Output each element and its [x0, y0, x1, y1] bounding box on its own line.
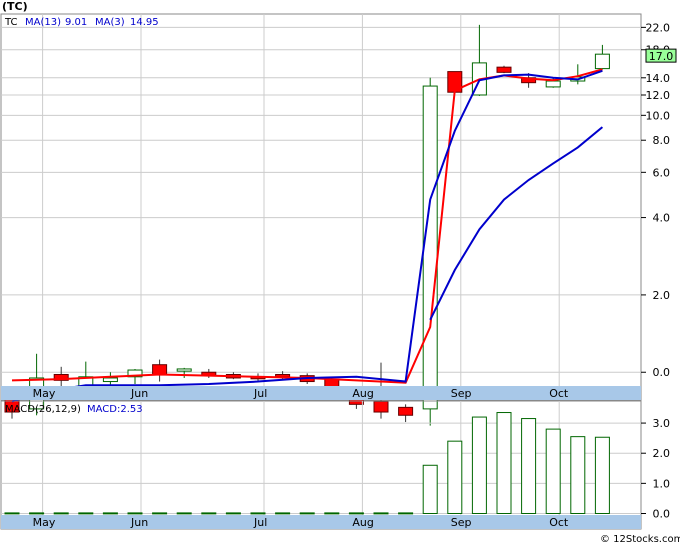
macd-bar — [373, 512, 389, 515]
macd-bar — [422, 464, 438, 514]
legend-ticker: TC — [4, 17, 18, 28]
macd-bar — [152, 512, 168, 515]
macd-tick-label: 1.0 — [653, 477, 671, 490]
macd-date-axis-band — [1, 515, 641, 529]
date-label: Jun — [130, 387, 148, 400]
macd-date-label: Oct — [549, 516, 569, 529]
macd-bar — [250, 512, 266, 515]
candle-up — [545, 80, 561, 88]
stock-chart: 22.018.014.012.010.08.06.04.02.00.0 MayJ… — [0, 0, 680, 546]
macd-tick-label: 0.0 — [653, 507, 671, 520]
macd-bar — [102, 512, 118, 515]
price-tick-label: 2.0 — [653, 289, 671, 302]
chart-title: (TC) — [2, 0, 28, 13]
watermark: © 12Stocks.com — [600, 534, 680, 545]
date-label: Jul — [253, 387, 267, 400]
macd-date-label: Aug — [352, 516, 373, 529]
price-tick-label: 4.0 — [653, 212, 671, 225]
date-label: Aug — [352, 387, 373, 400]
macd-bar — [275, 512, 291, 515]
candle-down — [496, 66, 512, 73]
macd-tick-label: 3.0 — [653, 417, 671, 430]
macd-tick-label: 2.0 — [653, 447, 671, 460]
price-tick-label: 0.0 — [653, 366, 671, 379]
candle-down — [152, 364, 168, 375]
macd-date-label: Sep — [451, 516, 472, 529]
legend-ma13-label: MA(13) — [25, 17, 61, 28]
last-price-label: 17.0 — [649, 50, 674, 63]
macd-bar — [594, 436, 610, 514]
macd-value-label: MACD:2.53 — [87, 404, 143, 415]
candle-up — [422, 85, 438, 410]
price-tick-label: 12.0 — [646, 89, 671, 102]
macd-label: MACD(26,12,9) — [5, 404, 81, 415]
macd-bar — [398, 512, 414, 515]
macd-bar — [447, 440, 463, 514]
macd-bar — [545, 428, 561, 514]
macd-bar — [324, 512, 340, 515]
price-tick-label: 14.0 — [646, 72, 671, 85]
candle-up — [594, 53, 610, 70]
macd-bar — [521, 418, 537, 514]
price-tick-label: 8.0 — [653, 134, 671, 147]
date-label: May — [33, 387, 56, 400]
macd-bar — [201, 512, 217, 515]
macd-bar — [29, 512, 45, 515]
macd-bar — [348, 512, 364, 515]
macd-bar — [127, 512, 143, 515]
legend-ma13-value: 9.01 — [65, 17, 87, 28]
price-tick-label: 22.0 — [646, 21, 671, 34]
macd-bar — [176, 512, 192, 515]
price-date-axis-band — [1, 386, 641, 400]
macd-date-label: Jul — [253, 516, 267, 529]
macd-bar — [4, 512, 20, 515]
macd-bar — [225, 512, 241, 515]
candle-down — [373, 400, 389, 413]
candle-down — [398, 406, 414, 416]
macd-date-label: Jun — [130, 516, 148, 529]
legend-ma3-label: MA(3) — [95, 17, 125, 28]
candle-up — [102, 377, 118, 383]
date-label: Oct — [549, 387, 569, 400]
price-tick-label: 10.0 — [646, 109, 671, 122]
macd-bar — [471, 416, 487, 514]
chart-stage: 22.018.014.012.010.08.06.04.02.00.0 MayJ… — [0, 0, 680, 546]
macd-bar — [53, 512, 69, 515]
macd-date-label: May — [33, 516, 56, 529]
legend-ma3-value: 14.95 — [130, 17, 159, 28]
price-tick-label: 6.0 — [653, 166, 671, 179]
date-label: Sep — [451, 387, 472, 400]
macd-bar — [78, 512, 94, 515]
macd-bar — [299, 512, 315, 515]
candle-up — [176, 368, 192, 372]
macd-bar — [570, 436, 586, 514]
last-price-marker: 17.0 — [645, 48, 677, 63]
macd-bar — [496, 412, 512, 514]
